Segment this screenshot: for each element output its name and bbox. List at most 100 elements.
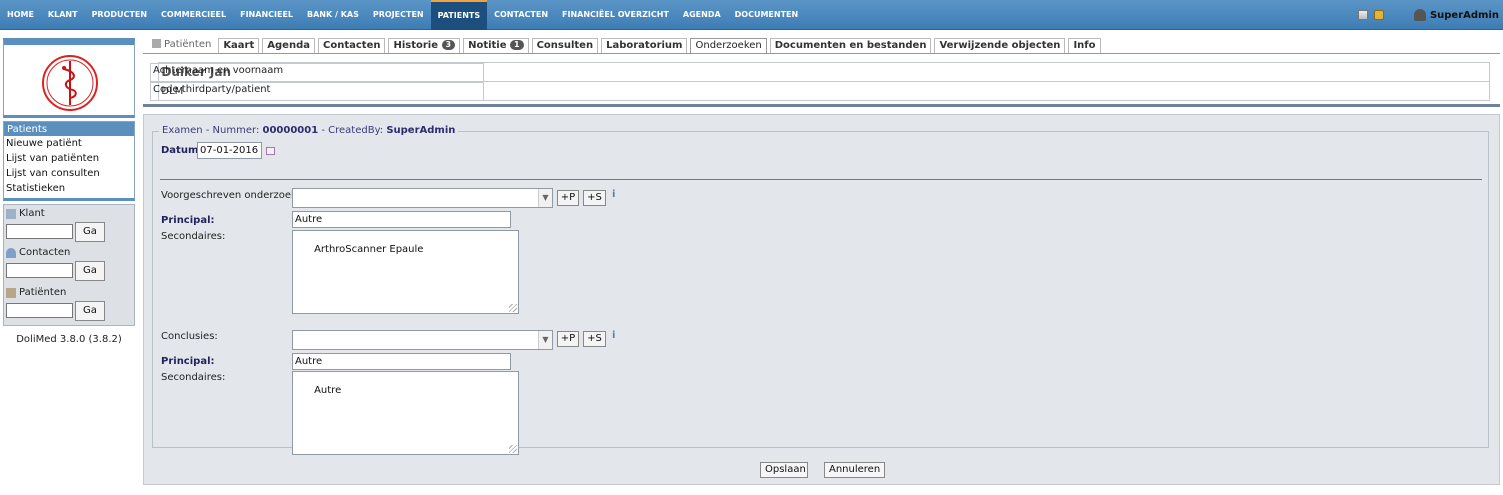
tab-label: Agenda bbox=[267, 40, 310, 51]
exam-legend: Examen - Nummer: 00000001 - CreatedBy: S… bbox=[159, 125, 459, 136]
menu-documenten[interactable]: DOCUMENTEN bbox=[728, 0, 806, 30]
code-label: Code thirdparty/patient bbox=[150, 81, 484, 101]
username-link[interactable]: SuperAdmin bbox=[1430, 10, 1499, 21]
tab-kaart[interactable]: Kaart bbox=[218, 38, 260, 53]
principal-conclusion-input[interactable]: Autre bbox=[292, 353, 511, 370]
count-badge: 3 bbox=[441, 40, 456, 50]
search-contacten-text: Contacten bbox=[19, 247, 71, 258]
patients-menu-title[interactable]: Patients bbox=[4, 122, 134, 136]
version-label: DoliMed 3.8.0 (3.8.2) bbox=[16, 334, 122, 345]
tab-historie[interactable]: Historie 3 bbox=[388, 38, 461, 53]
search-patienten-label: Patiënten bbox=[6, 287, 66, 298]
cancel-button[interactable]: Annuleren bbox=[824, 462, 885, 478]
search-klant-label: Klant bbox=[6, 208, 45, 219]
menu-commercieel[interactable]: COMMERCIEEL bbox=[154, 0, 233, 30]
patients-menu: Patients Nieuwe patiënt Lijst van patiën… bbox=[3, 121, 135, 201]
user-icon bbox=[1413, 9, 1426, 21]
resize-grip-icon[interactable] bbox=[509, 304, 517, 312]
tab-consulten[interactable]: Consulten bbox=[531, 38, 599, 53]
table-row: Code thirdparty/patient DLM bbox=[150, 81, 1490, 101]
tab-agenda[interactable]: Agenda bbox=[262, 38, 315, 53]
menu-financieel[interactable]: FINANCIEEL bbox=[233, 0, 300, 30]
calendar-icon[interactable] bbox=[266, 147, 275, 155]
secondaires-conclusion-value: Autre bbox=[314, 385, 342, 396]
prescribed-label: Voorgeschreven onderzoek: bbox=[161, 190, 301, 201]
search-klant-button[interactable]: Ga bbox=[75, 222, 105, 242]
patient-info-panel: Achternaam en voornaam Duiker Jan Code t… bbox=[143, 53, 1500, 107]
menu-contacten[interactable]: CONTACTEN bbox=[487, 0, 555, 30]
conclusions-select[interactable]: ▼ bbox=[292, 330, 553, 350]
legend-number-label: Examen - Nummer: bbox=[162, 125, 263, 136]
tab-label: Kaart bbox=[223, 40, 255, 51]
sidebar-item-statistics[interactable]: Statistieken bbox=[4, 181, 134, 196]
logo-box bbox=[3, 38, 135, 118]
contact-icon bbox=[6, 247, 16, 258]
chevron-down-icon[interactable]: ▼ bbox=[538, 331, 552, 349]
tab-onderzoeken[interactable]: Onderzoeken bbox=[690, 38, 767, 53]
prescribed-select[interactable]: ▼ bbox=[292, 188, 553, 208]
search-patienten-text: Patiënten bbox=[19, 287, 67, 298]
exam-number: 00000001 bbox=[262, 125, 319, 136]
tab-label: Onderzoeken bbox=[695, 40, 762, 51]
tab-notitie[interactable]: Notitie 1 bbox=[463, 38, 529, 53]
menu-home[interactable]: HOME bbox=[0, 0, 41, 30]
chevron-down-icon[interactable]: ▼ bbox=[538, 189, 552, 207]
tab-label: Info bbox=[1073, 40, 1096, 51]
principal-label: Principal: bbox=[161, 215, 215, 226]
sidebar-item-patient-list[interactable]: Lijst van patiënten bbox=[4, 151, 134, 166]
secondaires-conclusion-label: Secondaires: bbox=[161, 372, 226, 383]
tab-verwijzende-objecten[interactable]: Verwijzende objecten bbox=[934, 38, 1066, 53]
principal-input[interactable]: Autre bbox=[292, 211, 511, 228]
date-input[interactable]: 07-01-2016 bbox=[197, 142, 262, 159]
tab-label: Historie bbox=[393, 40, 439, 51]
secondaires-textarea[interactable]: ArthroScanner Epaule bbox=[292, 230, 519, 314]
tab-label: Contacten bbox=[323, 40, 381, 51]
tab-info[interactable]: Info bbox=[1068, 38, 1101, 53]
print-icon[interactable] bbox=[1357, 10, 1368, 20]
info-icon[interactable]: i bbox=[612, 331, 620, 341]
add-secondary-conclusion-button[interactable]: +S bbox=[583, 331, 606, 347]
search-klant-text: Klant bbox=[19, 208, 45, 219]
search-klant-input[interactable] bbox=[6, 224, 73, 239]
top-menu: HOME KLANT PRODUCTEN COMMERCIEEL FINANCI… bbox=[0, 0, 805, 30]
exam-created-by: SuperAdmin bbox=[386, 125, 456, 136]
sidebar-item-consult-list[interactable]: Lijst van consulten bbox=[4, 166, 134, 181]
count-badge: 1 bbox=[510, 40, 524, 50]
menu-patients[interactable]: PATIENTS bbox=[430, 0, 488, 30]
search-contacten-button[interactable]: Ga bbox=[75, 261, 105, 281]
tab-contacten[interactable]: Contacten bbox=[318, 38, 386, 53]
tab-documenten[interactable]: Documenten en bestanden bbox=[769, 38, 932, 53]
logout-lock-icon[interactable] bbox=[1373, 10, 1384, 20]
add-principal-conclusion-button[interactable]: +P bbox=[557, 331, 579, 347]
resize-grip-icon[interactable] bbox=[509, 445, 517, 453]
secondaires-label: Secondaires: bbox=[161, 231, 226, 242]
menu-bank-kas[interactable]: BANK / KAS bbox=[300, 0, 366, 30]
exam-panel: Examen - Nummer: 00000001 - CreatedBy: S… bbox=[143, 114, 1500, 485]
principal-conclusion-label: Principal: bbox=[161, 356, 215, 367]
legend-created-label: - CreatedBy: bbox=[318, 125, 387, 136]
menu-producten[interactable]: PRODUCTEN bbox=[85, 0, 154, 30]
tab-patienten[interactable]: Patiënten bbox=[150, 38, 215, 53]
menu-projecten[interactable]: PROJECTEN bbox=[366, 0, 431, 30]
conclusions-label: Conclusies: bbox=[161, 331, 218, 342]
tab-laboratorium[interactable]: Laboratorium bbox=[601, 38, 688, 53]
add-principal-button[interactable]: +P bbox=[557, 190, 579, 206]
table-row: Achternaam en voornaam Duiker Jan bbox=[150, 62, 1490, 82]
top-right-tools: SuperAdmin bbox=[1357, 0, 1503, 30]
info-icon[interactable]: i bbox=[612, 190, 620, 200]
menu-financieel-overzicht[interactable]: FINANCIËEL OVERZICHT bbox=[555, 0, 676, 30]
secondaires-value: ArthroScanner Epaule bbox=[314, 244, 424, 255]
tab-patienten-label: Patiënten bbox=[164, 39, 212, 50]
save-button[interactable]: Opslaan bbox=[760, 462, 808, 478]
divider bbox=[160, 179, 1482, 180]
search-patienten-input[interactable] bbox=[6, 303, 73, 318]
menu-klant[interactable]: KLANT bbox=[41, 0, 85, 30]
secondaires-conclusion-textarea[interactable]: Autre bbox=[292, 371, 519, 455]
add-secondary-button[interactable]: +S bbox=[583, 190, 606, 206]
patient-info-table: Achternaam en voornaam Duiker Jan Code t… bbox=[150, 62, 1490, 101]
search-contacten-input[interactable] bbox=[6, 263, 73, 278]
search-patienten-button[interactable]: Ga bbox=[75, 301, 105, 321]
patient-tab-icon bbox=[152, 39, 161, 48]
menu-agenda[interactable]: AGENDA bbox=[676, 0, 728, 30]
sidebar-item-new-patient[interactable]: Nieuwe patiënt bbox=[4, 136, 134, 151]
